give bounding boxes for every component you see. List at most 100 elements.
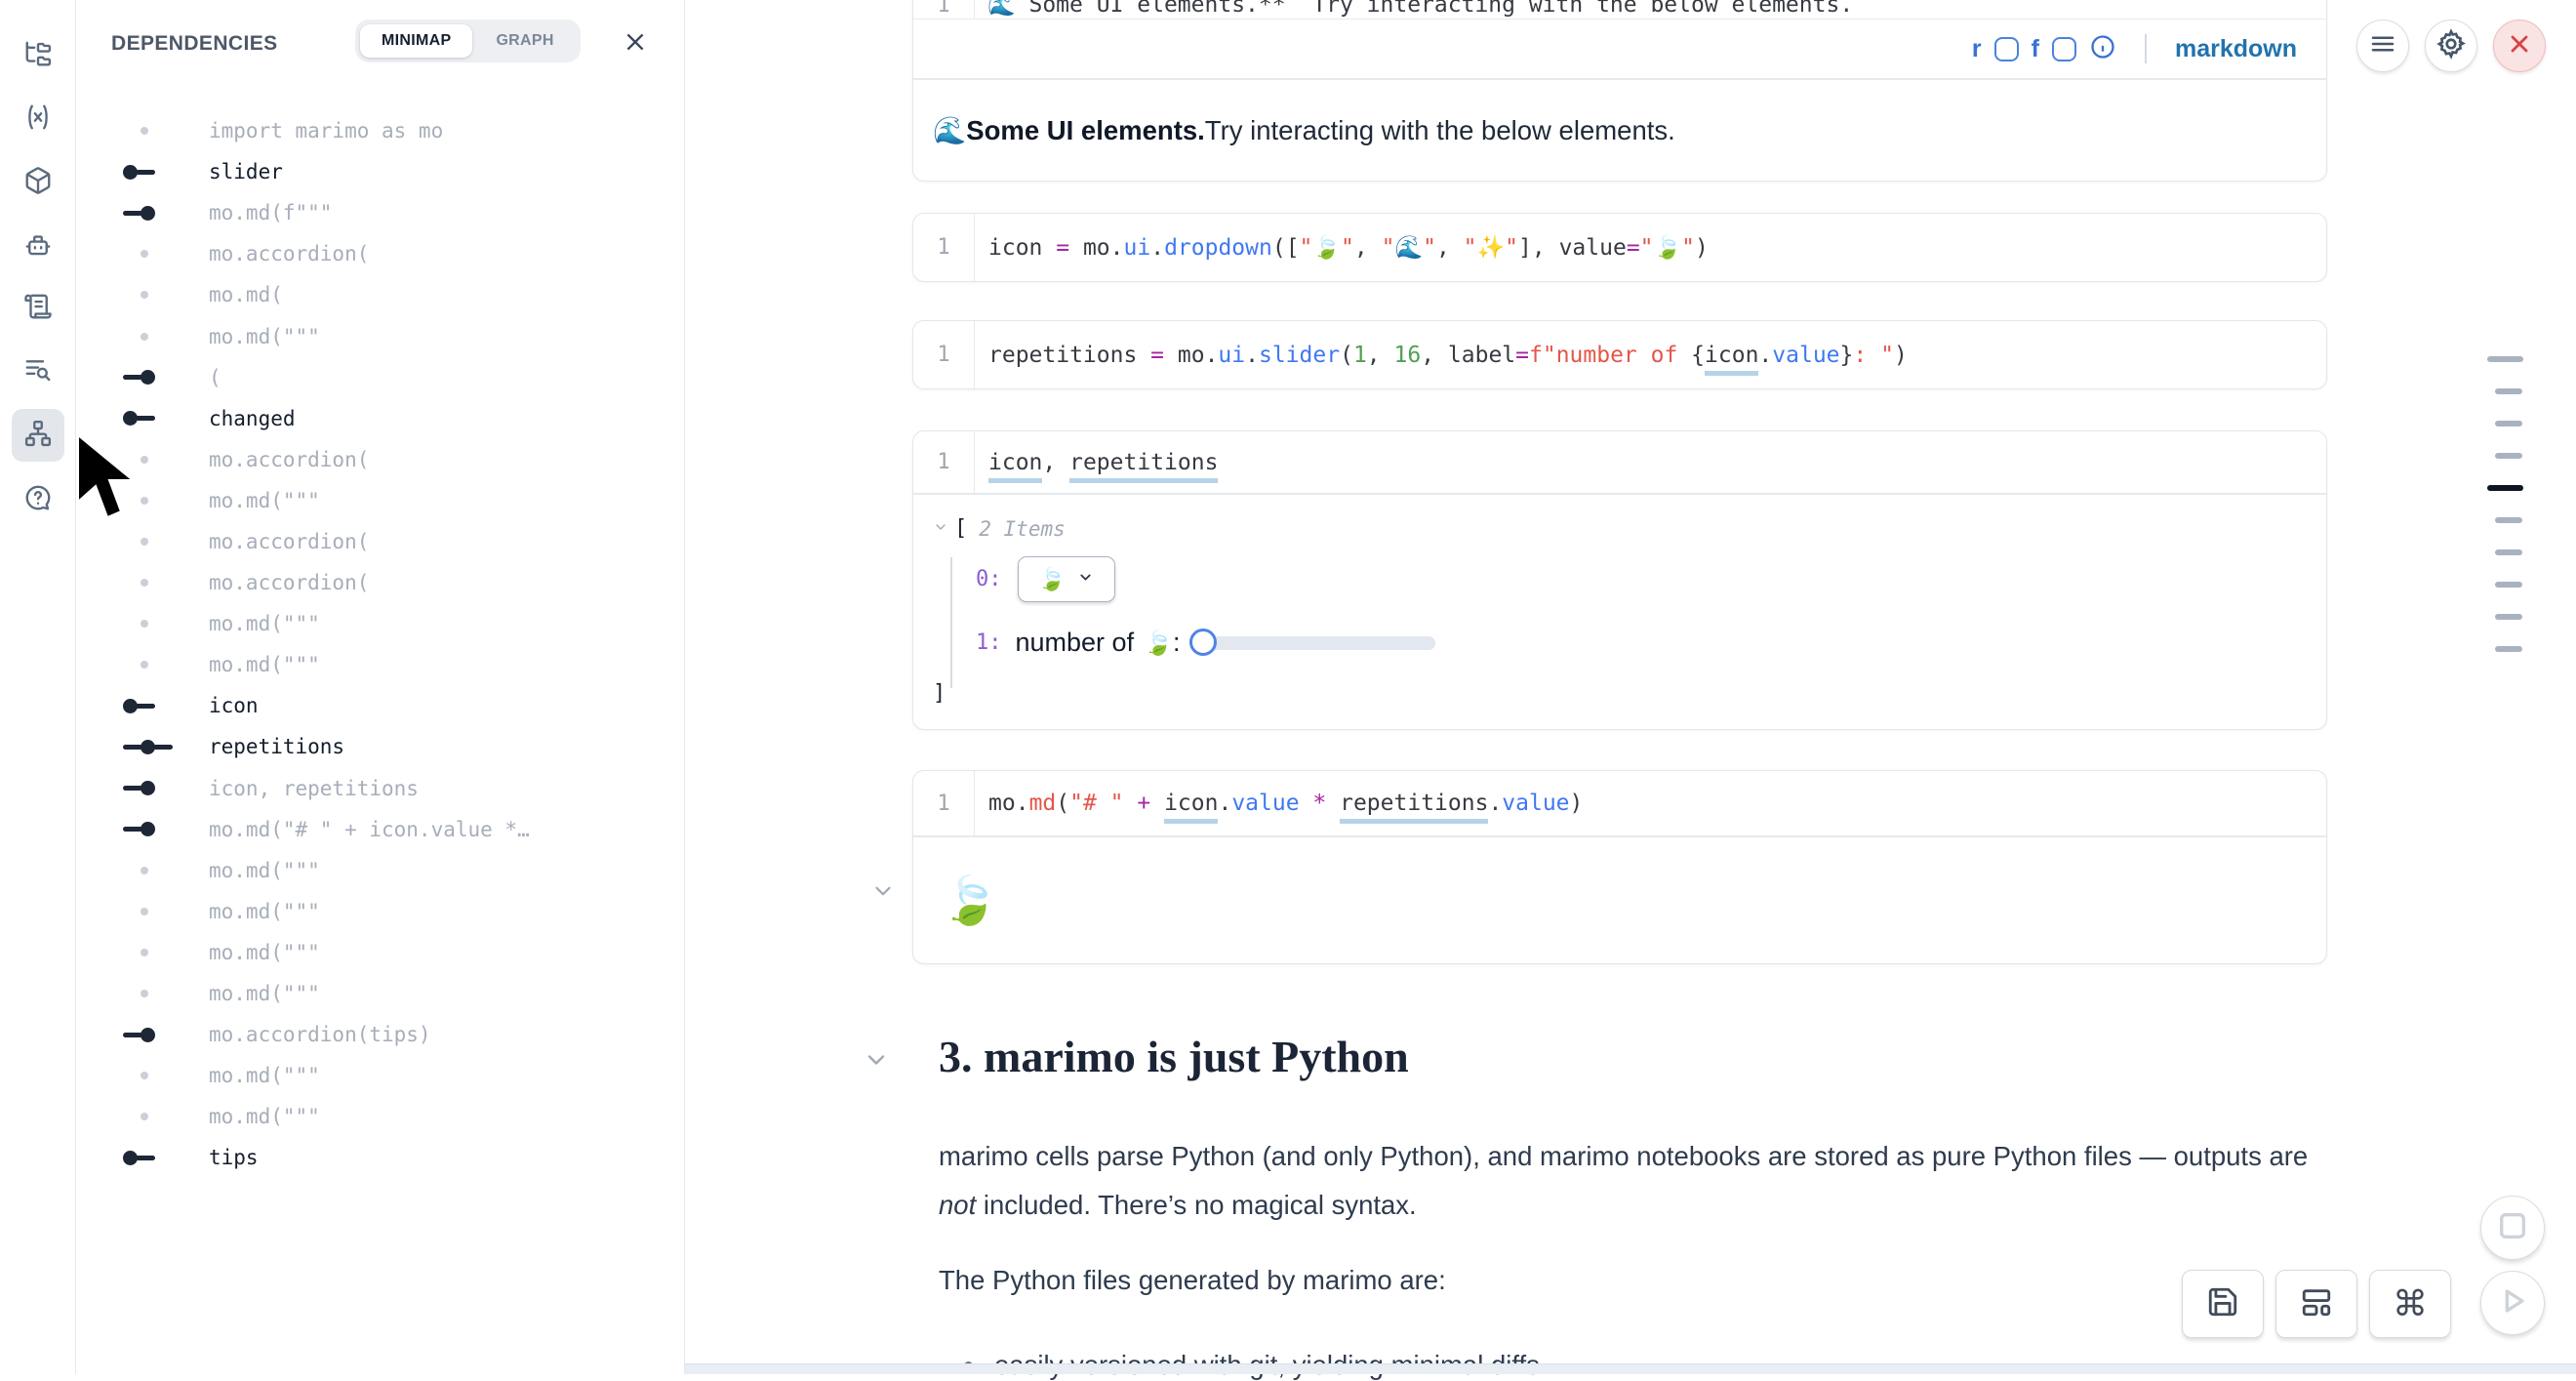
scroll-icon [23, 292, 53, 326]
dependency-item[interactable]: icon, repetitions [76, 768, 685, 809]
outline-bar[interactable] [2495, 582, 2522, 588]
dependency-item[interactable]: mo.md(""" [76, 603, 685, 644]
outline-bar[interactable] [2495, 646, 2522, 652]
outline-bar[interactable] [2495, 517, 2522, 523]
out-marker-icon [123, 1151, 181, 1165]
collapse-output-chevron[interactable] [870, 878, 896, 909]
dependency-item[interactable]: ( [76, 357, 685, 398]
hamburger-menu-icon [2368, 29, 2397, 63]
notebook-menu-button[interactable] [2356, 20, 2409, 72]
panel-title: DEPENDENCIES [111, 32, 278, 56]
tree-guide-line [950, 557, 952, 688]
line-number: 1 [913, 450, 974, 474]
settings-button[interactable] [2425, 20, 2477, 72]
dependency-item[interactable]: mo.md(""" [76, 891, 685, 932]
dependency-item[interactable]: repetitions [76, 726, 685, 767]
tree-root-row[interactable]: [ 2 Items [933, 516, 2326, 541]
dependency-item[interactable]: mo.md( [76, 274, 685, 315]
dependency-item[interactable]: mo.md(""" [76, 315, 685, 356]
dependency-item[interactable]: import marimo as mo [76, 110, 685, 151]
sidebar-item-ai-assistant[interactable] [12, 220, 64, 272]
slider-widget[interactable] [1189, 629, 1435, 658]
dot-marker-icon [123, 1072, 181, 1079]
close-panel-button[interactable] [619, 27, 652, 61]
sidebar-item-packages[interactable] [12, 156, 64, 209]
dependency-item[interactable]: mo.md("# " + icon.value *… [76, 809, 685, 850]
command-icon: ⌘ [2393, 1284, 2428, 1324]
dot-marker-icon [123, 579, 181, 587]
reactive-toggle-checkbox[interactable] [1994, 37, 2019, 61]
outline-bar[interactable] [2495, 453, 2522, 459]
dependency-item-label: mo.accordion( [209, 571, 369, 594]
code-editor[interactable]: 1 🌊 Some UI elements.** Try interacting … [913, 0, 2326, 19]
sidebar-item-snippets[interactable] [12, 345, 64, 398]
code-editor[interactable]: 1 repetitions = mo.ui.slider(1, 16, labe… [913, 321, 2326, 388]
sidebar-item-dependencies[interactable] [12, 409, 64, 462]
outline-bar[interactable] [2495, 421, 2522, 426]
dependency-item[interactable]: mo.accordion(tips) [76, 1014, 685, 1055]
outline-bar[interactable] [2487, 356, 2523, 362]
code-line: repetitions = mo.ui.slider(1, 16, label=… [975, 343, 1908, 368]
dependency-item[interactable]: mo.md(""" [76, 644, 685, 685]
outline-bar[interactable] [2495, 549, 2522, 555]
dependency-item[interactable]: mo.md(f""" [76, 192, 685, 233]
dropdown-select[interactable]: 🍃 [1018, 556, 1115, 602]
tree-close-row: ] [933, 681, 2326, 706]
sidebar-rail [0, 0, 76, 1374]
scratchpad-button[interactable] [2480, 1196, 2545, 1260]
code-editor[interactable]: 1 icon = mo.ui.dropdown(["🍃", "🌊", "✨"],… [913, 214, 2326, 281]
dependency-item[interactable]: tips [76, 1137, 685, 1178]
slider-label: number of [1016, 628, 1135, 658]
dependency-item[interactable]: icon [76, 685, 685, 726]
code-line: icon = mo.ui.dropdown(["🍃", "🌊", "✨"], v… [975, 234, 1709, 261]
in-marker-icon [123, 206, 181, 221]
dependency-item-label: slider [209, 160, 283, 183]
dependency-minimap-list: import marimo as moslidermo.md(f"""mo.ac… [76, 110, 685, 1178]
dependency-item[interactable]: mo.md(""" [76, 1055, 685, 1096]
sidebar-item-variables[interactable] [12, 93, 64, 145]
tab-minimap[interactable]: MINIMAP [360, 24, 472, 58]
layout-button[interactable] [2275, 1270, 2357, 1338]
code-editor[interactable]: 1 mo.md("# " + icon.value * repetitions.… [913, 771, 2326, 835]
code-line: mo.md("# " + icon.value * repetitions.va… [975, 791, 1583, 816]
outline-bar[interactable] [2495, 388, 2522, 394]
section-heading: 3. marimo is just Python [939, 1031, 1409, 1082]
save-button[interactable] [2182, 1270, 2264, 1338]
info-icon[interactable] [2089, 33, 2116, 65]
dependency-item[interactable]: mo.accordion( [76, 233, 685, 274]
tab-graph[interactable]: GRAPH [474, 24, 575, 58]
line-number: 1 [913, 343, 974, 367]
shortcuts-button[interactable]: ⌘ [2369, 1270, 2451, 1338]
outline-bar[interactable] [2487, 485, 2523, 491]
shutdown-button[interactable] [2493, 20, 2546, 72]
outline-bar[interactable] [2495, 614, 2522, 620]
dot-marker-icon [123, 620, 181, 628]
dependency-item-label: mo.md(""" [209, 900, 320, 923]
chevron-down-icon [1077, 569, 1094, 589]
dependency-item-label: mo.accordion(tips) [209, 1023, 431, 1046]
code-editor[interactable]: 1 icon, repetitions [913, 431, 2326, 493]
leaf-emoji: 🍃 [1038, 566, 1067, 592]
collapse-section-chevron[interactable] [863, 1046, 890, 1078]
dependency-item[interactable]: mo.md(""" [76, 850, 685, 891]
dependency-item-label: icon [209, 694, 259, 717]
in-marker-icon [123, 370, 181, 385]
notebook-cell-md-result: 1 mo.md("# " + icon.value * repetitions.… [912, 770, 2327, 964]
dependency-item[interactable]: mo.md(""" [76, 973, 685, 1014]
dependency-item[interactable]: mo.md(""" [76, 932, 685, 973]
language-badge[interactable]: markdown [2175, 35, 2297, 63]
dependency-item[interactable]: changed [76, 398, 685, 439]
sidebar-item-help[interactable] [12, 473, 64, 526]
sidebar-item-file-tree[interactable] [12, 29, 64, 82]
slider-track[interactable] [1203, 636, 1435, 650]
dependency-item[interactable]: mo.md(""" [76, 1096, 685, 1137]
run-all-button[interactable] [2480, 1271, 2545, 1335]
chevron-down-icon[interactable] [933, 519, 948, 539]
slider-thumb[interactable] [1189, 629, 1217, 656]
dependency-item[interactable]: slider [76, 151, 685, 192]
notebook-cell-markdown-intro: 1 🌊 Some UI elements.** Try interacting … [912, 0, 2327, 182]
dependency-item[interactable]: mo.accordion( [76, 562, 685, 603]
fstring-toggle-checkbox[interactable] [2052, 37, 2076, 61]
sidebar-item-logs[interactable] [12, 282, 64, 335]
tree-item-1: 1: number of 🍃 : [933, 628, 2326, 658]
